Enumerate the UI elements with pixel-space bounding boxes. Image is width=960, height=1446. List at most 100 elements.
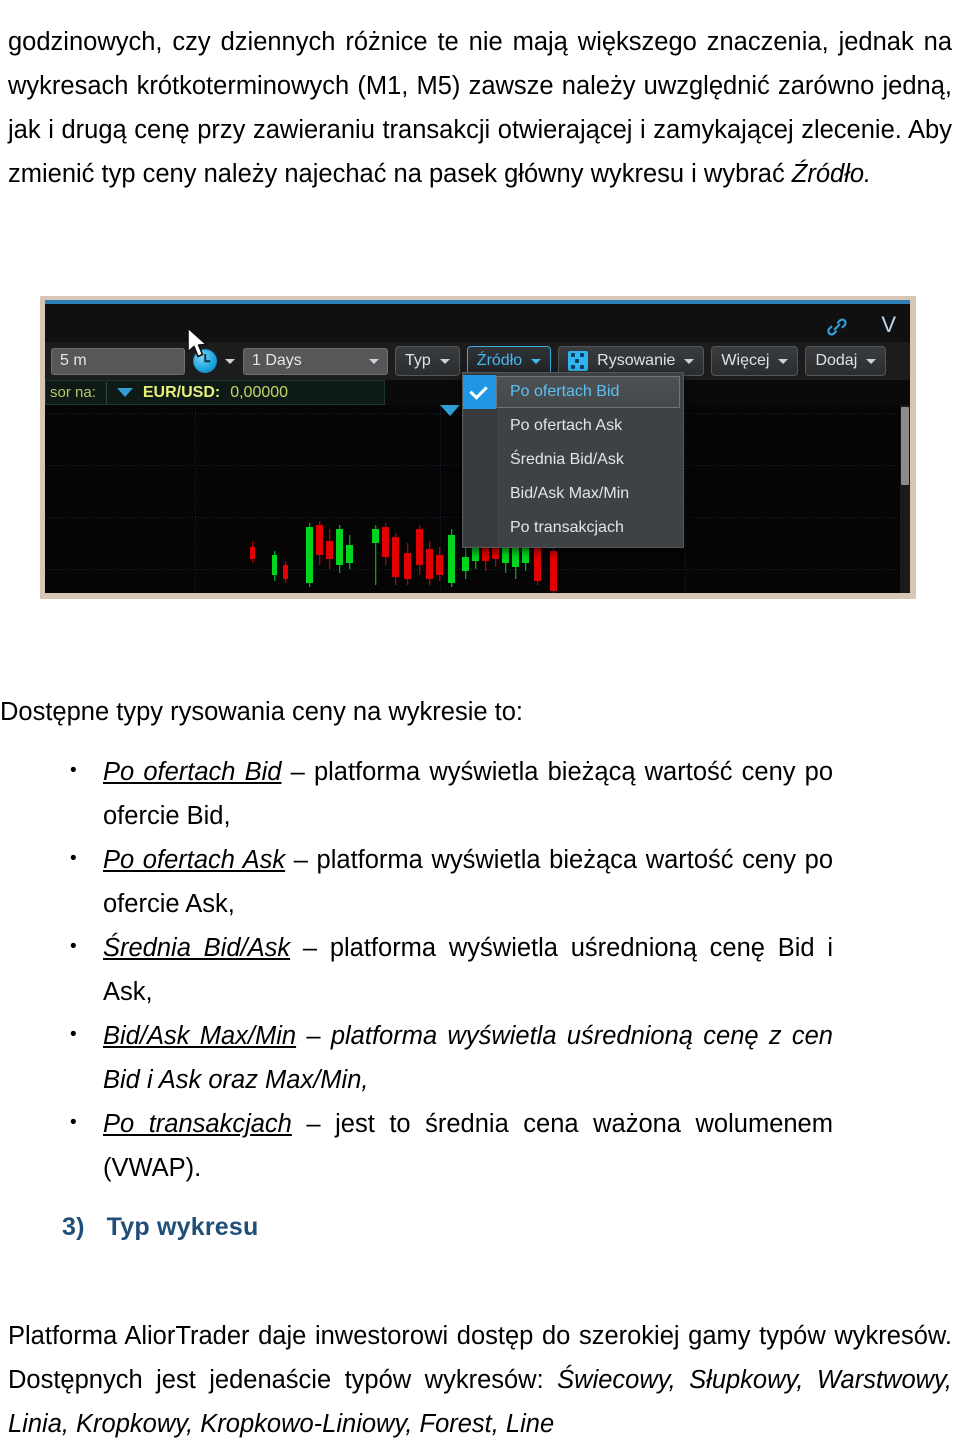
candlestick — [250, 521, 255, 593]
list-item-dash: – — [291, 1110, 336, 1138]
candlestick-body — [336, 529, 343, 565]
vertical-scrollbar[interactable] — [900, 405, 910, 593]
list-item-term: Po ofertach Bid — [103, 758, 282, 786]
candlestick-body — [404, 553, 411, 579]
candlestick-body — [283, 565, 288, 579]
candlestick-body — [382, 527, 389, 557]
gridline-vertical — [195, 405, 196, 593]
list-item: Po ofertach Ask – platforma wyświetla bi… — [70, 837, 833, 926]
list-item-dash: – — [290, 934, 330, 962]
menu-item-po-transakcjach[interactable]: Po transakcjach — [463, 511, 683, 545]
candlestick — [316, 521, 323, 593]
chevron-down-icon — [778, 358, 789, 364]
menu-item-bid-ask-max-min[interactable]: Bid/Ask Max/Min — [463, 477, 683, 511]
cursor-info-bar: sor na: EUR/USD: 0,00000 — [45, 380, 385, 405]
chevron-down-icon — [531, 358, 542, 364]
candlestick-body — [436, 555, 443, 575]
menu-item-label: Po transakcjach — [510, 519, 624, 536]
list-item: Po ofertach Bid – platforma wyświetla bi… — [70, 749, 833, 838]
menu-item-po-ofertach-ask[interactable]: Po ofertach Ask — [463, 409, 683, 443]
drawing-tools-icon — [568, 351, 589, 371]
type-button[interactable]: Typ — [395, 346, 460, 376]
candlestick-body — [462, 557, 469, 571]
list-item-dash: – — [281, 758, 314, 786]
candlestick — [346, 521, 353, 593]
candlestick-body — [272, 555, 277, 575]
menu-item-check-slot — [463, 511, 496, 545]
more-button-label: Więcej — [721, 352, 770, 369]
candlestick-body — [372, 529, 379, 543]
menu-item-check-slot — [463, 409, 496, 443]
clock-dropdown-caret-icon[interactable] — [225, 358, 235, 364]
list-item: Średnia Bid/Ask – platforma wyświetla uś… — [70, 925, 833, 1014]
source-dropdown-menu[interactable]: Po ofertach Bid Po ofertach Ask Średnia Bi… — [462, 372, 684, 548]
menu-item-label: Bid/Ask Max/Min — [510, 485, 630, 502]
window-v-label: V — [881, 312, 896, 337]
menu-item-check-slot — [463, 443, 496, 477]
menu-item-label: Po ofertach Ask — [510, 417, 623, 434]
candlestick-body — [326, 541, 333, 559]
chevron-down-icon — [866, 358, 877, 364]
menu-item-po-ofertach-bid[interactable]: Po ofertach Bid — [463, 375, 683, 409]
embedded-screenshot: V 5 m 1 Days Typ Źródło Rysowanie Więcej… — [40, 296, 916, 599]
list-item-term: Średnia Bid/Ask — [103, 934, 291, 962]
menu-item-list: Po ofertach Bid Po ofertach Ask Średnia Bi… — [463, 375, 683, 545]
candlestick — [372, 521, 379, 593]
collapse-triangle-icon[interactable] — [116, 388, 133, 397]
candlestick-body — [250, 547, 255, 559]
list-item-dash: – — [285, 846, 317, 874]
menu-item-label: Po ofertach Bid — [510, 383, 620, 400]
candlestick — [306, 521, 313, 593]
candlestick — [326, 521, 333, 593]
candlestick — [448, 521, 455, 593]
candlestick-body — [550, 551, 557, 591]
candlestick — [416, 521, 423, 593]
candlestick-body — [346, 545, 353, 563]
check-glyph-icon — [468, 381, 488, 400]
list-item: Po transakcjach – jest to średnia cena w… — [70, 1101, 833, 1190]
list-item-dash: – — [296, 1022, 331, 1050]
list-item-term: Po ofertach Ask — [103, 846, 286, 874]
candlestick-body — [448, 535, 455, 583]
chevron-down-icon — [684, 358, 695, 364]
chevron-down-icon — [369, 358, 379, 364]
list-item-term: Po transakcjach — [103, 1110, 292, 1138]
menu-item-label: Średnia Bid/Ask — [510, 451, 624, 468]
source-button-label: Źródło — [476, 352, 523, 369]
add-button-label: Dodaj — [815, 352, 858, 369]
candlestick — [336, 521, 343, 593]
gridline-vertical — [685, 405, 686, 593]
chevron-down-icon — [439, 358, 450, 364]
candlestick — [272, 521, 277, 593]
scrollbar-thumb[interactable] — [901, 407, 909, 485]
clock-icon[interactable] — [193, 349, 217, 373]
candlestick — [283, 521, 288, 593]
window-title-area: V — [45, 304, 910, 342]
section-heading-text: Typ wykresu — [106, 1213, 259, 1241]
candlestick — [392, 521, 399, 593]
candlestick-body — [426, 549, 433, 579]
section-heading-number: 3) — [62, 1213, 85, 1241]
symbol-value: 0,00000 — [230, 383, 289, 401]
menu-item--rednia-bid-ask[interactable]: Średnia Bid/Ask — [463, 443, 683, 477]
candlestick — [426, 521, 433, 593]
link-icon[interactable] — [826, 316, 848, 338]
intro-paragraph: godzinowych, czy dziennych różnice te ni… — [8, 20, 952, 196]
candlestick — [404, 521, 411, 593]
list-lead-line: Dostępne typy rysowania ceny na wykresie… — [0, 698, 523, 726]
menu-item-check-slot — [463, 477, 496, 511]
chart-types-paragraph: Platforma AliorTrader daje inwestorowi d… — [8, 1314, 952, 1446]
timeframe-value: 5 m — [60, 352, 87, 369]
candlestick-body — [306, 527, 313, 583]
add-button[interactable]: Dodaj — [805, 346, 887, 376]
drop-marker-icon — [440, 405, 460, 416]
type-button-label: Typ — [405, 352, 431, 369]
timeframe-input[interactable]: 5 m — [51, 347, 185, 375]
check-icon — [463, 375, 496, 409]
range-select[interactable]: 1 Days — [243, 347, 388, 375]
candlestick — [382, 521, 389, 593]
more-button[interactable]: Więcej — [711, 346, 799, 376]
divider — [105, 381, 107, 404]
drawing-button-label: Rysowanie — [597, 352, 676, 369]
candlestick-body — [392, 537, 399, 577]
